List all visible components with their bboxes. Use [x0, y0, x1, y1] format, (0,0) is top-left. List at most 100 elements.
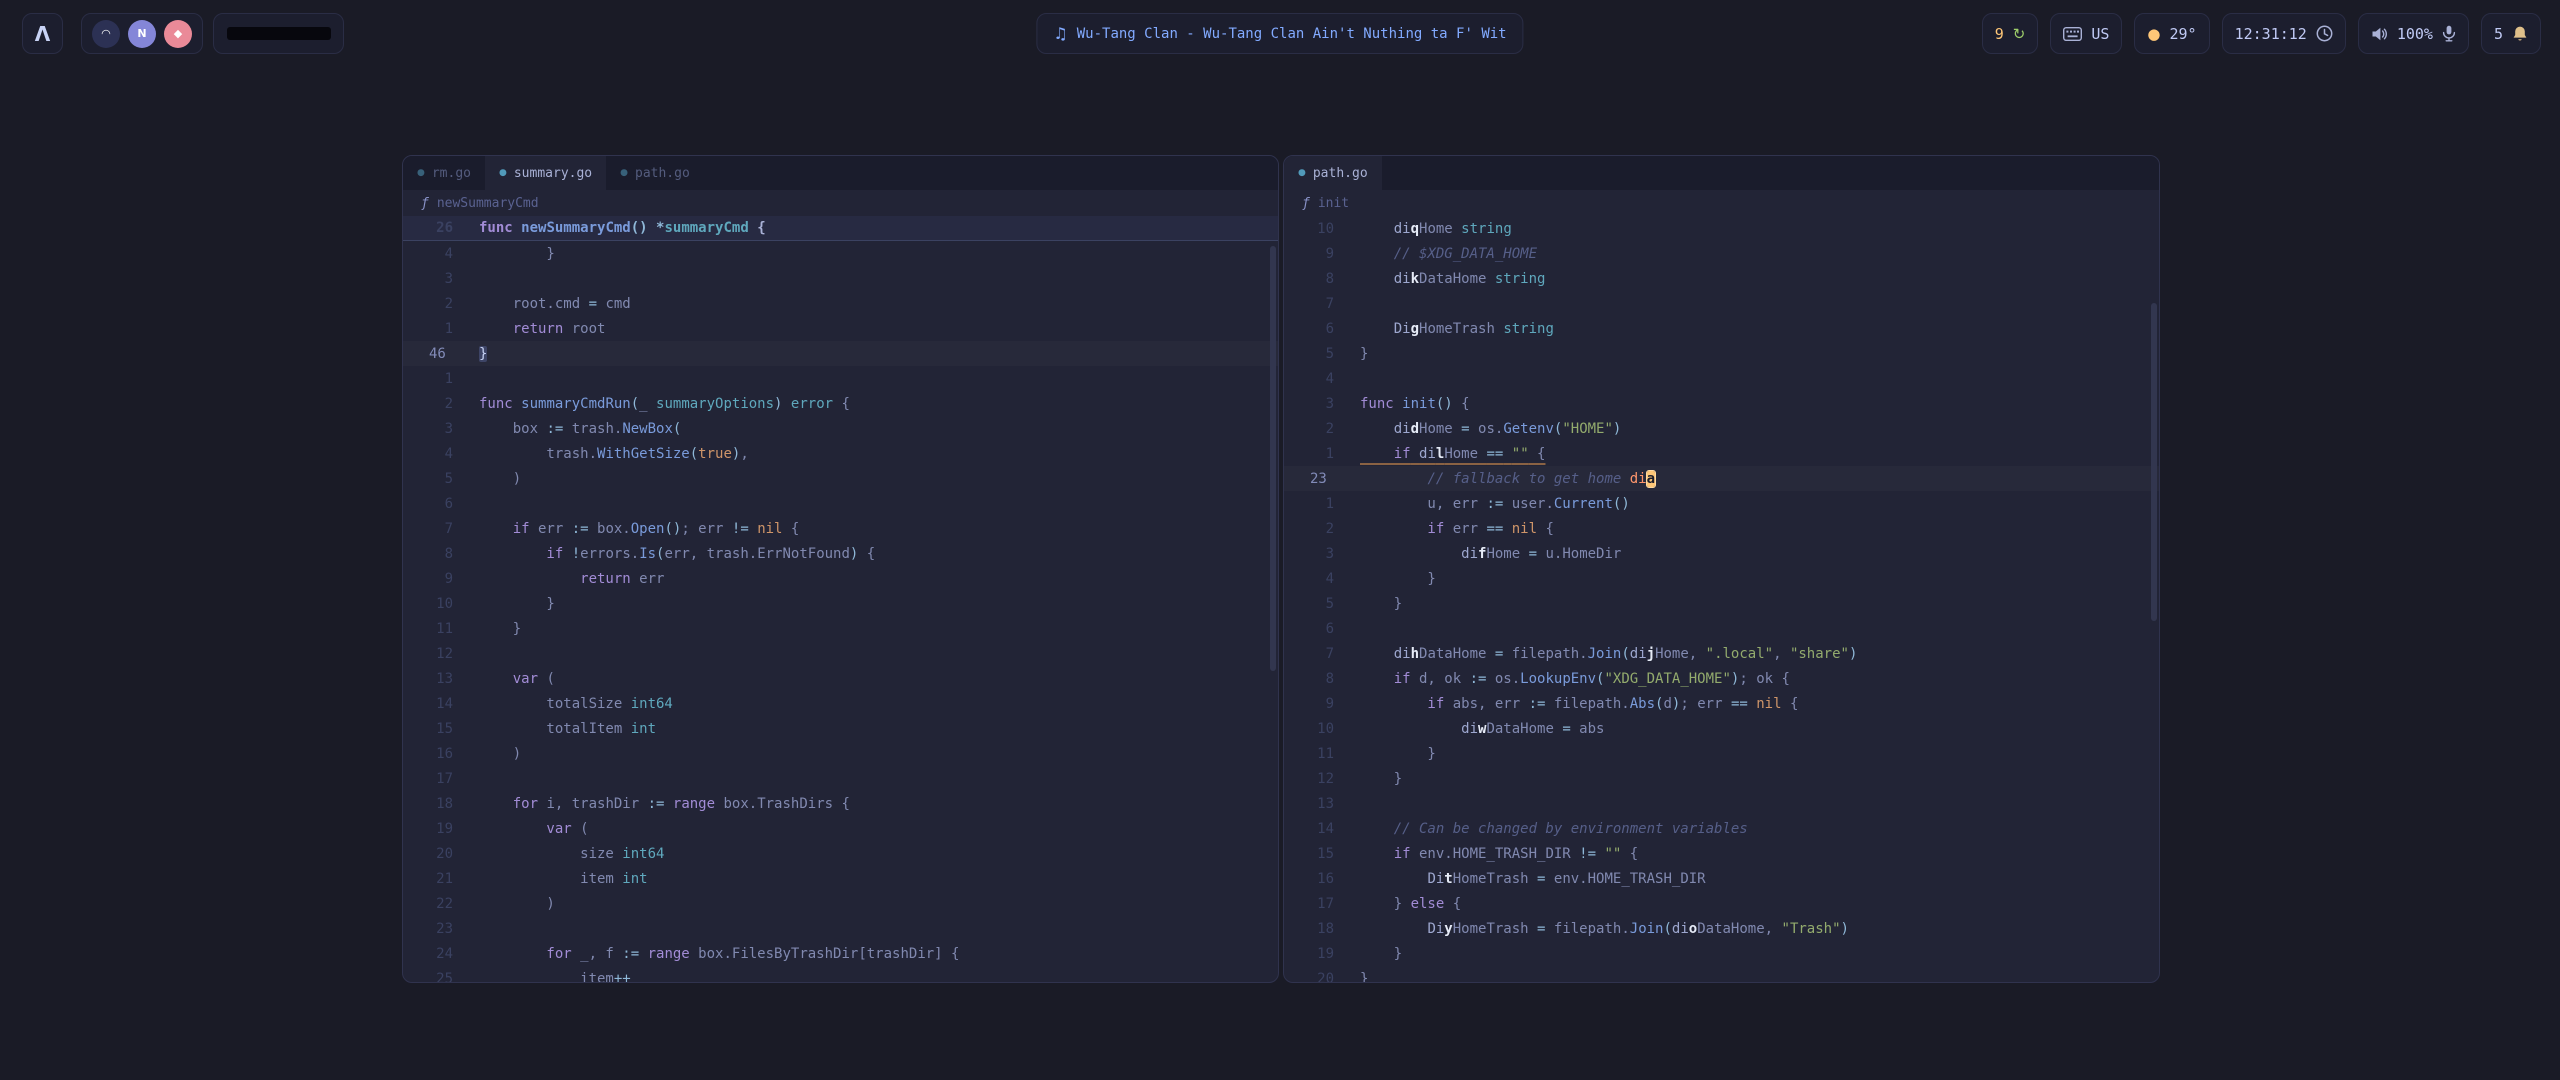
code-line[interactable]: 1	[403, 366, 1278, 391]
code-line[interactable]: 5 )	[403, 466, 1278, 491]
code-line[interactable]: 17	[403, 766, 1278, 791]
code-line[interactable]: 9 return err	[403, 566, 1278, 591]
code-line[interactable]: 7 dihDataHome = filepath.Join(dijHome, "…	[1284, 641, 2159, 666]
line-text: for _, f := range box.FilesByTrashDir[tr…	[479, 946, 959, 962]
code-line[interactable]: 13	[1284, 791, 2159, 816]
code-line[interactable]: 11 }	[403, 616, 1278, 641]
code-line[interactable]: 24 for _, f := range box.FilesByTrashDir…	[403, 941, 1278, 966]
redacted-window-pill[interactable]	[213, 13, 344, 54]
code-line[interactable]: 16 )	[403, 741, 1278, 766]
now-playing-widget[interactable]: ♫ Wu-Tang Clan - Wu-Tang Clan Ain't Nuth…	[1036, 13, 1523, 54]
code-line[interactable]: 17 } else {	[1284, 891, 2159, 916]
app-icon-pink[interactable]: ◆	[164, 20, 192, 48]
tab-label: path.go	[1313, 166, 1368, 181]
code-line[interactable]: 12	[403, 641, 1278, 666]
code-line[interactable]: 14 totalSize int64	[403, 691, 1278, 716]
code-line[interactable]: 2 if err == nil {	[1284, 516, 2159, 541]
code-line[interactable]: 25 item++	[403, 966, 1278, 983]
tab-rm.go[interactable]: ●rm.go	[403, 156, 485, 190]
code-line[interactable]: 23 // fallback to get home dia	[1284, 466, 2159, 491]
code-line[interactable]: 2func summaryCmdRun(_ summaryOptions) er…	[403, 391, 1278, 416]
updates-widget[interactable]: 9 ↻	[1982, 13, 2039, 54]
line-text: return err	[479, 571, 664, 587]
app-icon-dark-circle[interactable]: ◠	[92, 20, 120, 48]
breadcrumb-label: init	[1318, 196, 1349, 211]
code-line[interactable]: 22 )	[403, 891, 1278, 916]
code-line[interactable]: 9 // $XDG_DATA_HOME	[1284, 241, 2159, 266]
code-line[interactable]: 7 if err := box.Open(); err != nil {	[403, 516, 1278, 541]
code-line[interactable]: 9 if abs, err := filepath.Abs(d); err ==…	[1284, 691, 2159, 716]
code-line[interactable]: 8 dikDataHome string	[1284, 266, 2159, 291]
weather-widget[interactable]: ● 29°	[2134, 13, 2209, 54]
tab-path.go[interactable]: ●path.go	[606, 156, 704, 190]
code-line[interactable]: 19 var (	[403, 816, 1278, 841]
code-line[interactable]: 1 if dilHome == "" {	[1284, 441, 2159, 466]
code-line[interactable]: 5}	[1284, 341, 2159, 366]
code-line[interactable]: 19 }	[1284, 941, 2159, 966]
code-line[interactable]: 3	[403, 266, 1278, 291]
keyboard-layout-widget[interactable]: US	[2050, 13, 2122, 54]
volume-widget[interactable]: 100%	[2358, 13, 2469, 54]
code-line[interactable]: 8 if !errors.Is(err, trash.ErrNotFound) …	[403, 541, 1278, 566]
code-line[interactable]: 16 DitHomeTrash = env.HOME_TRASH_DIR	[1284, 866, 2159, 891]
line-number: 8	[1284, 671, 1334, 687]
tab-summary.go[interactable]: ●summary.go	[485, 156, 606, 190]
code-line[interactable]: 4	[1284, 366, 2159, 391]
code-line[interactable]: 1 u, err := user.Current()	[1284, 491, 2159, 516]
code-line[interactable]: 23	[403, 916, 1278, 941]
code-line[interactable]: 3 difHome = u.HomeDir	[1284, 541, 2159, 566]
code-line[interactable]: 46}	[403, 341, 1278, 366]
notifications-widget[interactable]: 5	[2481, 13, 2541, 54]
line-number: 8	[1284, 271, 1334, 287]
code-line[interactable]: 12 }	[1284, 766, 2159, 791]
line-number: 3	[1284, 546, 1334, 562]
line-number: 5	[1284, 596, 1334, 612]
code-line[interactable]: 11 }	[1284, 741, 2159, 766]
line-number: 14	[403, 696, 453, 712]
scrollbar-left[interactable]	[1270, 246, 1276, 671]
launcher-button[interactable]: Λ	[22, 13, 63, 54]
code-line[interactable]: 26func newSummaryCmd() *summaryCmd {	[403, 216, 1278, 241]
line-number: 25	[403, 971, 453, 984]
tab-path.go[interactable]: ●path.go	[1284, 156, 1382, 190]
code-line[interactable]: 1 return root	[403, 316, 1278, 341]
breadcrumb-left: ƒ newSummaryCmd	[403, 190, 1278, 216]
app-icon-n[interactable]: N	[128, 20, 156, 48]
code-line[interactable]: 3func init() {	[1284, 391, 2159, 416]
code-line[interactable]: 8 if d, ok := os.LookupEnv("XDG_DATA_HOM…	[1284, 666, 2159, 691]
line-text: didHome = os.Getenv("HOME")	[1360, 421, 1621, 437]
line-number: 4	[403, 246, 453, 262]
code-line[interactable]: 5 }	[1284, 591, 2159, 616]
code-line[interactable]: 4 }	[403, 241, 1278, 266]
code-line[interactable]: 13 var (	[403, 666, 1278, 691]
temperature: 29°	[2170, 25, 2197, 43]
code-line[interactable]: 2 didHome = os.Getenv("HOME")	[1284, 416, 2159, 441]
code-line[interactable]: 6	[1284, 616, 2159, 641]
code-line[interactable]: 4 }	[1284, 566, 2159, 591]
code-line[interactable]: 10 diwDataHome = abs	[1284, 716, 2159, 741]
code-line[interactable]: 6	[403, 491, 1278, 516]
code-line[interactable]: 2 root.cmd = cmd	[403, 291, 1278, 316]
code-line[interactable]: 10 }	[403, 591, 1278, 616]
scrollbar-right[interactable]	[2151, 303, 2157, 621]
clock-widget[interactable]: 12:31:12	[2222, 13, 2346, 54]
line-text: }	[1360, 596, 1402, 612]
line-text: }	[1360, 946, 1402, 962]
code-line[interactable]: 21 item int	[403, 866, 1278, 891]
code-line[interactable]: 18 for i, trashDir := range box.TrashDir…	[403, 791, 1278, 816]
code-line[interactable]: 7	[1284, 291, 2159, 316]
code-line[interactable]: 18 DiyHomeTrash = filepath.Join(dioDataH…	[1284, 916, 2159, 941]
code-line[interactable]: 20 size int64	[403, 841, 1278, 866]
code-line[interactable]: 10 diqHome string	[1284, 216, 2159, 241]
code-line[interactable]: 14 // Can be changed by environment vari…	[1284, 816, 2159, 841]
code-line[interactable]: 15 totalItem int	[403, 716, 1278, 741]
code-line[interactable]: 4 trash.WithGetSize(true),	[403, 441, 1278, 466]
code-line[interactable]: 20}	[1284, 966, 2159, 983]
function-icon: ƒ	[421, 196, 429, 211]
line-number: 2	[1284, 421, 1334, 437]
code-line[interactable]: 15 if env.HOME_TRASH_DIR != "" {	[1284, 841, 2159, 866]
breadcrumb-label: newSummaryCmd	[437, 196, 539, 211]
code-line[interactable]: 6 DigHomeTrash string	[1284, 316, 2159, 341]
line-number: 4	[1284, 371, 1334, 387]
code-line[interactable]: 3 box := trash.NewBox(	[403, 416, 1278, 441]
